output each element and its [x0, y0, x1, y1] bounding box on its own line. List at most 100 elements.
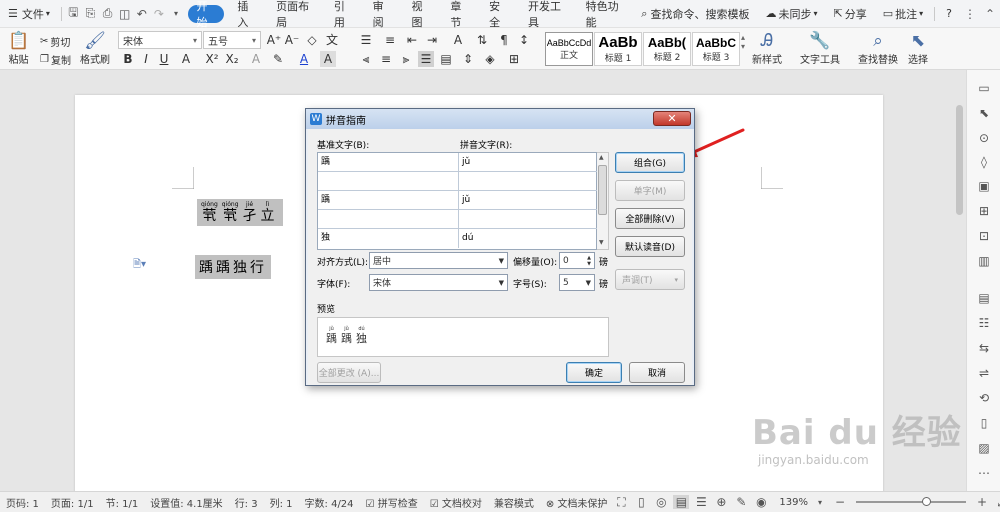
print-icon[interactable]: ⎙ — [99, 0, 116, 28]
format-painter-button[interactable]: 🖌 格式刷 — [80, 31, 110, 66]
eye-mode-icon[interactable]: ◉ — [753, 495, 769, 509]
grow-font-icon[interactable]: A⁺ — [266, 32, 282, 48]
style-normal[interactable]: AaBbCcDd 正文 — [545, 32, 593, 66]
dropdown-icon[interactable]: ▾ — [167, 0, 184, 28]
command-search[interactable]: ⌕ 查找命令、搜索模板 — [633, 0, 757, 28]
pinyin-guide-icon[interactable]: 文 — [324, 32, 340, 48]
image-gallery-icon[interactable]: ▨ — [976, 440, 992, 456]
image-icon[interactable]: ▣ — [976, 178, 992, 194]
word-count[interactable]: 字数: 4/24 — [299, 495, 360, 510]
position-indicator[interactable]: 设置值: 4.1厘米 — [144, 495, 228, 510]
font-size-select[interactable]: 五号 ▾ — [203, 31, 261, 49]
scroll-up-icon[interactable]: ▲ — [599, 154, 604, 161]
font-color-icon[interactable]: A — [296, 51, 312, 67]
ok-button[interactable]: 确定 — [566, 362, 622, 383]
bullet-list-icon[interactable]: ☰ — [358, 32, 374, 48]
base-text-input[interactable]: 踽 — [318, 153, 458, 172]
base-text-input[interactable] — [318, 210, 458, 229]
find-replace-button[interactable]: ⌕ 查找替换 — [858, 31, 898, 66]
scroll-down-icon[interactable]: ▼ — [599, 239, 604, 246]
save-icon[interactable]: 🖫 — [65, 0, 82, 28]
table-icon[interactable]: ⊞ — [976, 203, 992, 219]
tab-security[interactable]: 安全 — [479, 0, 518, 29]
text-direction-icon[interactable]: A — [450, 32, 466, 48]
copy-button[interactable]: ❐ 复制 — [40, 52, 71, 67]
tab-page-layout[interactable]: 页面布局 — [266, 0, 324, 29]
compare-icon[interactable]: ⇆ — [976, 340, 992, 356]
zoom-in-icon[interactable]: + — [974, 495, 990, 509]
close-button[interactable]: ✕ — [653, 111, 691, 126]
tab-developer[interactable]: 开发工具 — [518, 0, 576, 29]
line-spacing-icon[interactable]: ↕ — [516, 32, 532, 48]
underline-icon[interactable]: U — [156, 51, 172, 67]
undo-icon[interactable]: ↶ — [133, 0, 150, 28]
zoom-slider[interactable] — [856, 497, 967, 506]
page-view-icon[interactable]: ▤ — [673, 495, 690, 509]
scrollbar-thumb[interactable] — [956, 105, 963, 215]
size-select[interactable]: 5 ▼ — [559, 274, 595, 291]
strikethrough-icon[interactable]: A — [178, 51, 194, 67]
style-heading-2[interactable]: AaBb( 标题 2 — [643, 32, 691, 66]
tab-section[interactable]: 章节 — [440, 0, 479, 29]
paste-button[interactable]: 📋 粘贴 — [8, 31, 29, 66]
dialog-titlebar[interactable]: W 拼音指南 ✕ — [306, 109, 694, 129]
paragraph-spacing-icon[interactable]: ⇕ — [460, 51, 476, 67]
align-left-icon[interactable]: ⫷ — [358, 51, 374, 67]
fullscreen-icon[interactable]: ⛶ — [613, 495, 629, 510]
clear-format-icon[interactable]: ◇ — [304, 32, 320, 48]
zoom-level[interactable]: 139% — [779, 497, 808, 508]
base-text-input[interactable]: 踽 — [318, 191, 458, 210]
styles-more-icon[interactable]: ▴ ▾ — [741, 33, 745, 51]
chevron-down-icon[interactable]: ▾ — [812, 498, 828, 507]
base-text-input[interactable] — [318, 172, 458, 191]
subscript-icon[interactable]: X₂ — [224, 51, 240, 67]
apply-all-button[interactable]: 全部更改 (A)... — [317, 362, 381, 383]
shapes-icon[interactable]: ◊ — [976, 154, 992, 170]
table-scrollbar[interactable]: ▲ ▼ — [597, 152, 609, 250]
default-reading-button[interactable]: 默认读音(D) — [615, 236, 685, 257]
font-name-select[interactable]: 宋体 ▾ — [118, 31, 202, 49]
sidebar-toggle-icon[interactable]: ▭ — [976, 80, 992, 96]
sort-icon[interactable]: ⇅ — [474, 32, 490, 48]
write-mode-icon[interactable]: ✎ — [733, 495, 749, 509]
sync-button[interactable]: ☁ 未同步 ▾ — [758, 0, 826, 28]
tab-insert[interactable]: 插入 — [227, 0, 266, 29]
base-text-input[interactable]: 独 — [318, 229, 458, 248]
text-line-1[interactable]: qióng 茕 qióng 茕 jié 孑 lì 立 — [197, 199, 283, 226]
tone-select[interactable]: 声调(T) ▾ — [615, 269, 685, 290]
export-icon[interactable]: ⎘ — [82, 0, 99, 28]
tab-references[interactable]: 引用 — [324, 0, 363, 29]
more-tools-icon[interactable]: ⋯ — [976, 465, 992, 481]
align-right-icon[interactable]: ⫸ — [398, 51, 414, 67]
tab-home[interactable]: 开始 — [187, 0, 225, 29]
pinyin-text-input[interactable]: dú — [458, 229, 598, 248]
read-mode-icon[interactable]: ▯ — [633, 495, 649, 509]
pointer-icon[interactable]: ⬉ — [976, 105, 992, 121]
zoom-slider-knob[interactable] — [921, 497, 931, 506]
section-indicator[interactable]: 节: 1/1 — [100, 495, 145, 510]
shading-icon[interactable]: ◈ — [482, 51, 498, 67]
web-view-icon[interactable]: ⊕ — [713, 495, 729, 509]
tab-review[interactable]: 审阅 — [363, 0, 402, 29]
pinyin-text-input[interactable] — [458, 210, 598, 229]
char-shading-icon[interactable]: A — [320, 51, 336, 67]
share-button[interactable]: ⇱ 分享 — [826, 0, 875, 28]
text-effect-icon[interactable]: A — [248, 51, 264, 67]
font-select[interactable]: 宋体 ▼ — [369, 274, 508, 291]
fit-window-icon[interactable]: ⤢ — [994, 495, 1000, 510]
text-tools-button[interactable]: 🔧 文字工具 — [800, 31, 840, 66]
offset-input[interactable]: 0 ▲ ▼ — [559, 252, 595, 269]
properties-icon[interactable]: ☷ — [976, 315, 992, 331]
backup-icon[interactable]: ⟲ — [976, 390, 992, 406]
help-button[interactable]: ? — [938, 0, 960, 28]
spell-check-button[interactable]: ☑ 拼写检查 — [360, 495, 424, 510]
decrease-indent-icon[interactable]: ⇤ — [404, 32, 420, 48]
template-icon[interactable]: ▤ — [976, 290, 992, 306]
pinyin-text-input[interactable]: jǔ — [458, 153, 598, 172]
italic-icon[interactable]: I — [138, 51, 154, 67]
paragraph-handle-icon[interactable]: 🗎▾ — [133, 257, 146, 274]
justify-icon[interactable]: ☰ — [418, 51, 434, 67]
file-menu[interactable]: ☰ 文件 ▾ — [0, 0, 58, 28]
align-center-icon[interactable]: ≡ — [378, 51, 394, 67]
zoom-out-icon[interactable]: − — [832, 495, 848, 509]
